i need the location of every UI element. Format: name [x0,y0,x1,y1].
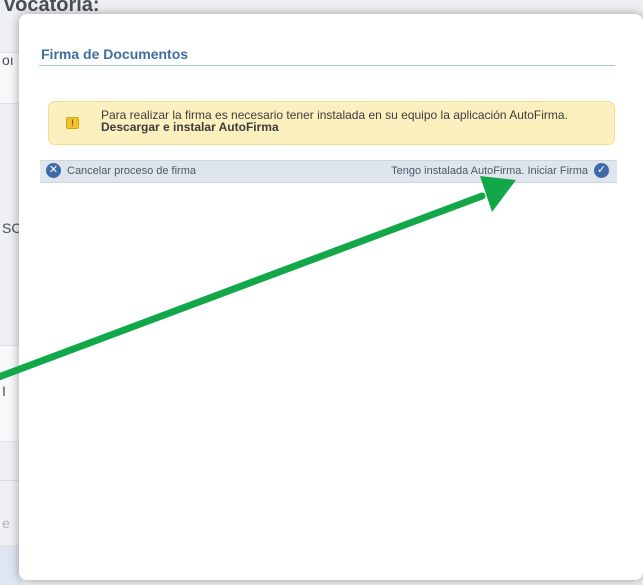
cancel-signature-button[interactable]: ✕ Cancelar proceso de firma [46,163,196,178]
autofirma-warning-alert: ! Para realizar la firma es necesario te… [48,101,615,145]
warning-icon: ! [66,117,79,129]
start-signature-label: Tengo instalada AutoFirma. Iniciar Firma [391,164,588,177]
signature-action-bar: ✕ Cancelar proceso de firma Tengo instal… [40,160,617,183]
cancel-signature-label: Cancelar proceso de firma [67,164,197,177]
background-text-fragment: e [2,515,10,531]
title-divider [39,65,615,66]
background-text-fragment: oı [2,52,14,68]
check-circle-icon: ✓ [594,163,609,178]
background-text-fragment: I [2,383,6,399]
alert-message: Para realizar la firma es necesario tene… [101,109,601,133]
download-autofirma-link[interactable]: Descargar e instalar AutoFirma [101,120,279,134]
dialog-title: Firma de Documentos [41,46,189,62]
close-circle-icon: ✕ [46,163,61,178]
sign-documents-dialog: Firma de Documentos ! Para realizar la f… [19,14,643,580]
start-signature-button[interactable]: Tengo instalada AutoFirma. Iniciar Firma… [391,163,609,178]
